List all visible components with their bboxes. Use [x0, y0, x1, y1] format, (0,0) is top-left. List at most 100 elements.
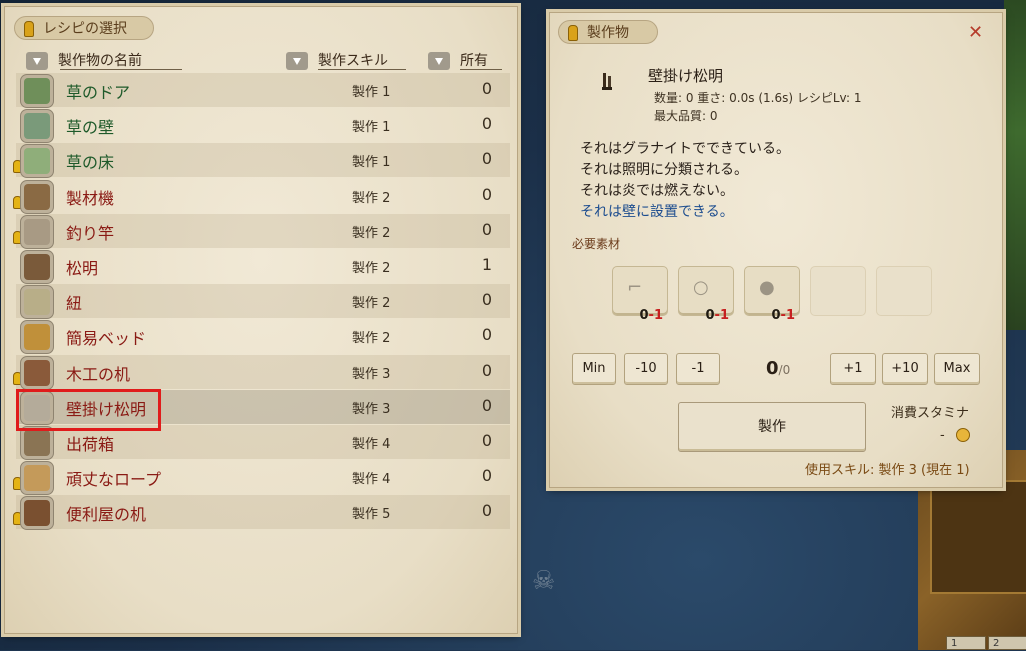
recipe-owned: 0 [481, 396, 492, 415]
recipe-row[interactable]: 草の床 製作 1 0 [13, 143, 510, 178]
recipe-owned: 0 [481, 79, 492, 98]
recipe-skill: 製作 1 [352, 85, 391, 100]
header-underline [460, 69, 502, 70]
sturdy-rope-icon-art [24, 465, 50, 491]
qty-max-button[interactable]: Max [934, 353, 980, 385]
recipe-name: 木工の机 [66, 365, 131, 384]
qty-minus1-button[interactable]: -1 [676, 353, 720, 385]
recipe-name: 出荷箱 [66, 435, 115, 454]
material-slot[interactable]: ⌐ 0-1 [612, 266, 668, 323]
recipe-row[interactable]: 釣り竿 製作 2 0 [13, 214, 510, 249]
qty-minus10-button[interactable]: -10 [624, 353, 668, 385]
recipe-owned: 0 [481, 220, 492, 239]
sawmill-icon-art [24, 184, 50, 210]
shipping-box-icon [20, 426, 54, 460]
recipe-row[interactable]: 草の壁 製作 1 0 [16, 108, 510, 143]
recipe-owned: 0 [481, 185, 492, 204]
header-underline [60, 69, 182, 70]
sawmill-icon [20, 180, 54, 214]
lightbulb-icon [24, 21, 34, 37]
recipe-row[interactable]: 便利屋の机 製作 5 0 [13, 495, 510, 530]
recipe-skill: 製作 2 [352, 331, 391, 346]
sort-icon[interactable] [286, 52, 308, 70]
wall-torch-item-icon [601, 70, 615, 92]
recipe-row[interactable]: 紐 製作 2 0 [16, 284, 510, 319]
fishing-rod-icon [20, 215, 54, 249]
header-skill[interactable]: 製作スキル [286, 50, 388, 70]
recipe-row[interactable]: 松明 製作 2 1 [16, 249, 510, 284]
header-name[interactable]: 製作物の名前 [26, 50, 142, 70]
hotbar-slot-1[interactable]: 1 [946, 636, 986, 650]
selection-highlight [16, 389, 161, 431]
stamina-label: 消費スタミナ [891, 406, 970, 421]
shipping-box-icon-art [24, 430, 50, 456]
description-line: それはグラナイトでできている。 [580, 141, 790, 157]
recipe-name: 紐 [66, 294, 83, 313]
description-line: それは照明に分類される。 [580, 162, 748, 178]
recipe-row[interactable]: 草のドア 製作 1 0 [16, 73, 510, 108]
recipe-owned: 0 [481, 290, 492, 309]
qty-min-button[interactable]: Min [572, 353, 616, 385]
materials-label: 必要素材 [572, 237, 621, 251]
quantity-display: 0/0 [766, 358, 791, 379]
recipe-owned: 0 [481, 114, 492, 133]
description-line: それは壁に設置できる。 [580, 204, 734, 220]
recipe-skill: 製作 2 [352, 261, 391, 276]
sort-icon[interactable] [428, 52, 450, 70]
material-slot[interactable]: ○ 0-1 [678, 266, 734, 323]
fishing-rod-icon-art [24, 219, 50, 245]
recipe-row[interactable]: 簡易ベッド 製作 2 0 [16, 319, 510, 354]
recipe-owned: 0 [481, 149, 492, 168]
recipe-owned: 0 [481, 466, 492, 485]
torch-icon-art [24, 254, 50, 280]
item-detail-title: 製作物 [558, 20, 658, 44]
wall-mount-icon: ⌐ [627, 277, 643, 298]
recipe-skill: 製作 3 [352, 367, 391, 382]
recipe-skill: 製作 5 [352, 507, 391, 522]
recipe-owned: 0 [481, 361, 492, 380]
handyman-desk-icon [20, 496, 54, 530]
header-underline [318, 69, 406, 70]
recipe-name: 松明 [66, 259, 99, 278]
grass-door-icon [20, 74, 54, 108]
woodwork-desk-icon-art [24, 360, 50, 386]
recipe-row[interactable]: 木工の机 製作 3 0 [13, 355, 510, 390]
material-slot-empty [810, 266, 866, 316]
qty-plus10-button[interactable]: +10 [882, 353, 928, 385]
recipe-name: 草のドア [66, 83, 131, 102]
recipe-skill: 製作 2 [352, 296, 391, 311]
recipe-row[interactable]: 頑丈なロープ 製作 4 0 [13, 460, 510, 495]
craft-button[interactable]: 製作 [678, 402, 866, 452]
sort-icon[interactable] [26, 52, 48, 70]
recipe-skill: 製作 1 [352, 120, 391, 135]
recipe-name: 釣り竿 [66, 224, 115, 243]
simple-bed-icon-art [24, 324, 50, 350]
stamina-icon [956, 428, 970, 442]
recipe-owned: 0 [481, 431, 492, 450]
header-owned[interactable]: 所有 [428, 50, 488, 70]
recipe-name: 草の壁 [66, 118, 115, 137]
recipe-row[interactable]: 製材機 製作 2 0 [13, 179, 510, 214]
skull-marker-icon: ☠ [532, 566, 556, 596]
recipe-skill: 製作 1 [352, 155, 391, 170]
hotbar-slot-2[interactable]: 2 [988, 636, 1026, 650]
grass-floor-icon-art [24, 148, 50, 174]
recipe-owned: 1 [481, 255, 492, 274]
sturdy-rope-icon [20, 461, 54, 495]
qty-plus1-button[interactable]: +1 [830, 353, 876, 385]
recipe-skill: 製作 3 [352, 402, 391, 417]
material-slot[interactable]: ● 0-1 [744, 266, 800, 323]
string-icon [20, 285, 54, 319]
recipe-skill: 製作 4 [352, 437, 391, 452]
recipe-owned: 0 [481, 325, 492, 344]
grass-edge [1004, 0, 1026, 330]
recipe-owned: 0 [481, 501, 492, 520]
torch-icon [20, 250, 54, 284]
lightbulb-icon [568, 25, 578, 41]
grass-wall-icon-art [24, 113, 50, 139]
recipe-name: 便利屋の机 [66, 505, 147, 524]
stamina-value: - [940, 428, 945, 443]
item-name: 壁掛け松明 [648, 67, 724, 85]
recipe-select-title: レシピの選択 [14, 16, 154, 40]
close-button[interactable]: ✕ [968, 22, 983, 43]
